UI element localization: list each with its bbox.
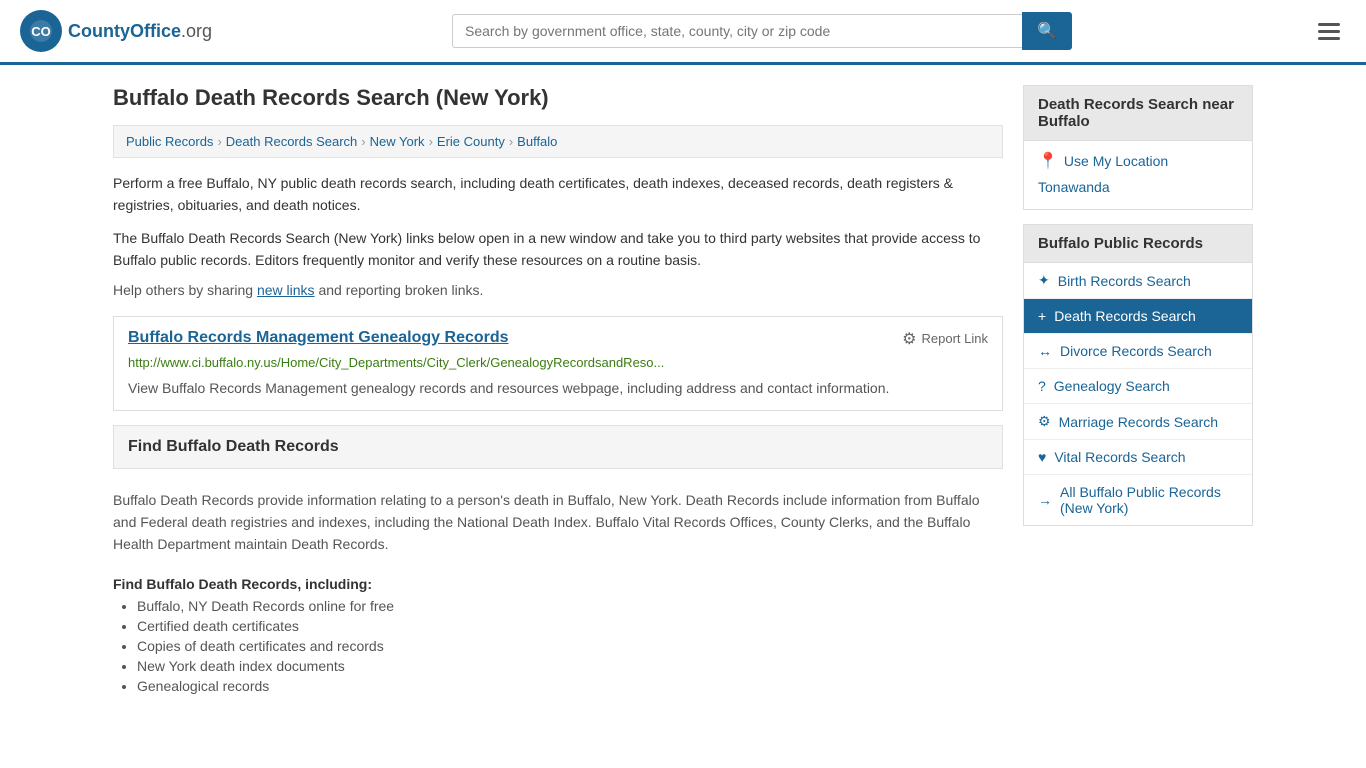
- marriage-records-link[interactable]: ⚙ Marriage Records Search: [1024, 404, 1252, 439]
- find-section-body: Buffalo Death Records provide informatio…: [113, 479, 1003, 694]
- description-1: Perform a free Buffalo, NY public death …: [113, 172, 1003, 217]
- public-records-box: Buffalo Public Records ✦ Birth Records S…: [1023, 224, 1253, 526]
- vital-icon: ♥: [1038, 449, 1046, 465]
- record-title-link[interactable]: Buffalo Records Management Genealogy Rec…: [128, 329, 509, 346]
- records-list-item-death: + Death Records Search: [1024, 299, 1252, 334]
- menu-line: [1318, 23, 1340, 26]
- tonawanda-link[interactable]: Tonawanda: [1038, 179, 1238, 195]
- marriage-records-label: Marriage Records Search: [1059, 414, 1219, 430]
- records-list-item-all: → All Buffalo Public Records (New York): [1024, 475, 1252, 525]
- nearby-box: Death Records Search near Buffalo 📍 Use …: [1023, 85, 1253, 210]
- find-body-text: Buffalo Death Records provide informatio…: [113, 479, 1003, 566]
- records-list-item-birth: ✦ Birth Records Search: [1024, 263, 1252, 299]
- breadcrumb-buffalo[interactable]: Buffalo: [517, 134, 557, 149]
- location-pin-icon: 📍: [1038, 151, 1058, 171]
- menu-line: [1318, 37, 1340, 40]
- record-card-header: Buffalo Records Management Genealogy Rec…: [114, 317, 1002, 353]
- records-list-item-marriage: ⚙ Marriage Records Search: [1024, 404, 1252, 440]
- all-records-link[interactable]: → All Buffalo Public Records (New York): [1024, 475, 1252, 525]
- records-list: ✦ Birth Records Search + Death Records S…: [1024, 263, 1252, 525]
- vital-records-link[interactable]: ♥ Vital Records Search: [1024, 440, 1252, 474]
- death-icon: +: [1038, 308, 1046, 324]
- list-item: Genealogical records: [137, 678, 1003, 694]
- genealogy-label: Genealogy Search: [1054, 378, 1170, 394]
- all-records-label: All Buffalo Public Records (New York): [1060, 484, 1238, 516]
- report-link[interactable]: ⚙ Report Link: [902, 329, 988, 349]
- divorce-records-link[interactable]: ↔ Divorce Records Search: [1024, 334, 1252, 368]
- help-text-after: and reporting broken links.: [315, 282, 484, 298]
- find-list-label: Find Buffalo Death Records, including:: [113, 576, 1003, 592]
- breadcrumb-sep: ›: [361, 134, 365, 149]
- breadcrumb-erie-county[interactable]: Erie County: [437, 134, 505, 149]
- list-item: New York death index documents: [137, 658, 1003, 674]
- search-button[interactable]: 🔍: [1022, 12, 1072, 50]
- birth-icon: ✦: [1038, 272, 1050, 289]
- vital-records-label: Vital Records Search: [1054, 449, 1185, 465]
- find-section-title: Find Buffalo Death Records: [128, 438, 988, 456]
- death-records-link[interactable]: + Death Records Search: [1024, 299, 1252, 333]
- main-container: Buffalo Death Records Search (New York) …: [93, 65, 1273, 718]
- list-item: Certified death certificates: [137, 618, 1003, 634]
- breadcrumb: Public Records › Death Records Search › …: [113, 125, 1003, 158]
- site-header: CO CountyOffice.org 🔍: [0, 0, 1366, 65]
- records-list-item-divorce: ↔ Divorce Records Search: [1024, 334, 1252, 369]
- list-item: Copies of death certificates and records: [137, 638, 1003, 654]
- marriage-icon: ⚙: [1038, 413, 1051, 430]
- search-input[interactable]: [452, 14, 1022, 48]
- sidebar: Death Records Search near Buffalo 📍 Use …: [1023, 85, 1253, 698]
- nearby-header: Death Records Search near Buffalo: [1024, 86, 1252, 141]
- logo-text: CountyOffice.org: [68, 21, 212, 42]
- new-links[interactable]: new links: [257, 282, 315, 298]
- breadcrumb-new-york[interactable]: New York: [370, 134, 425, 149]
- divorce-records-label: Divorce Records Search: [1060, 343, 1212, 359]
- find-list: Buffalo, NY Death Records online for fre…: [113, 598, 1003, 694]
- use-my-location-button[interactable]: 📍 Use My Location: [1038, 151, 1168, 171]
- page-title: Buffalo Death Records Search (New York): [113, 85, 1003, 111]
- death-records-label: Death Records Search: [1054, 308, 1196, 324]
- birth-records-link[interactable]: ✦ Birth Records Search: [1024, 263, 1252, 298]
- nearby-body: 📍 Use My Location Tonawanda: [1024, 141, 1252, 209]
- logo-tld: .org: [181, 21, 212, 41]
- logo-icon: CO: [20, 10, 62, 52]
- record-url: http://www.ci.buffalo.ny.us/Home/City_De…: [114, 353, 1002, 376]
- record-description: View Buffalo Records Management genealog…: [114, 376, 1002, 410]
- genealogy-icon: ?: [1038, 378, 1046, 394]
- svg-text:CO: CO: [31, 24, 51, 39]
- menu-line: [1318, 30, 1340, 33]
- main-content: Buffalo Death Records Search (New York) …: [113, 85, 1003, 698]
- report-label: Report Link: [922, 331, 988, 346]
- hamburger-menu-button[interactable]: [1312, 17, 1346, 46]
- report-icon: ⚙: [902, 329, 916, 349]
- breadcrumb-sep: ›: [217, 134, 221, 149]
- description-2: The Buffalo Death Records Search (New Yo…: [113, 227, 1003, 272]
- search-area: 🔍: [452, 12, 1072, 50]
- breadcrumb-sep: ›: [509, 134, 513, 149]
- help-text-before: Help others by sharing: [113, 282, 257, 298]
- divorce-icon: ↔: [1038, 343, 1052, 359]
- list-item: Buffalo, NY Death Records online for fre…: [137, 598, 1003, 614]
- use-my-location-label: Use My Location: [1064, 153, 1168, 169]
- breadcrumb-death-records-search[interactable]: Death Records Search: [226, 134, 358, 149]
- breadcrumb-public-records[interactable]: Public Records: [126, 134, 213, 149]
- records-list-item-vital: ♥ Vital Records Search: [1024, 440, 1252, 475]
- logo-name: CountyOffice: [68, 21, 181, 41]
- all-icon: →: [1038, 492, 1052, 508]
- public-records-header: Buffalo Public Records: [1024, 225, 1252, 263]
- logo-area: CO CountyOffice.org: [20, 10, 212, 52]
- genealogy-link[interactable]: ? Genealogy Search: [1024, 369, 1252, 403]
- records-list-item-genealogy: ? Genealogy Search: [1024, 369, 1252, 404]
- birth-records-label: Birth Records Search: [1058, 273, 1191, 289]
- help-text: Help others by sharing new links and rep…: [113, 282, 1003, 298]
- breadcrumb-sep: ›: [429, 134, 433, 149]
- record-title: Buffalo Records Management Genealogy Rec…: [128, 329, 509, 347]
- record-card: Buffalo Records Management Genealogy Rec…: [113, 316, 1003, 411]
- find-section-header: Find Buffalo Death Records: [113, 425, 1003, 469]
